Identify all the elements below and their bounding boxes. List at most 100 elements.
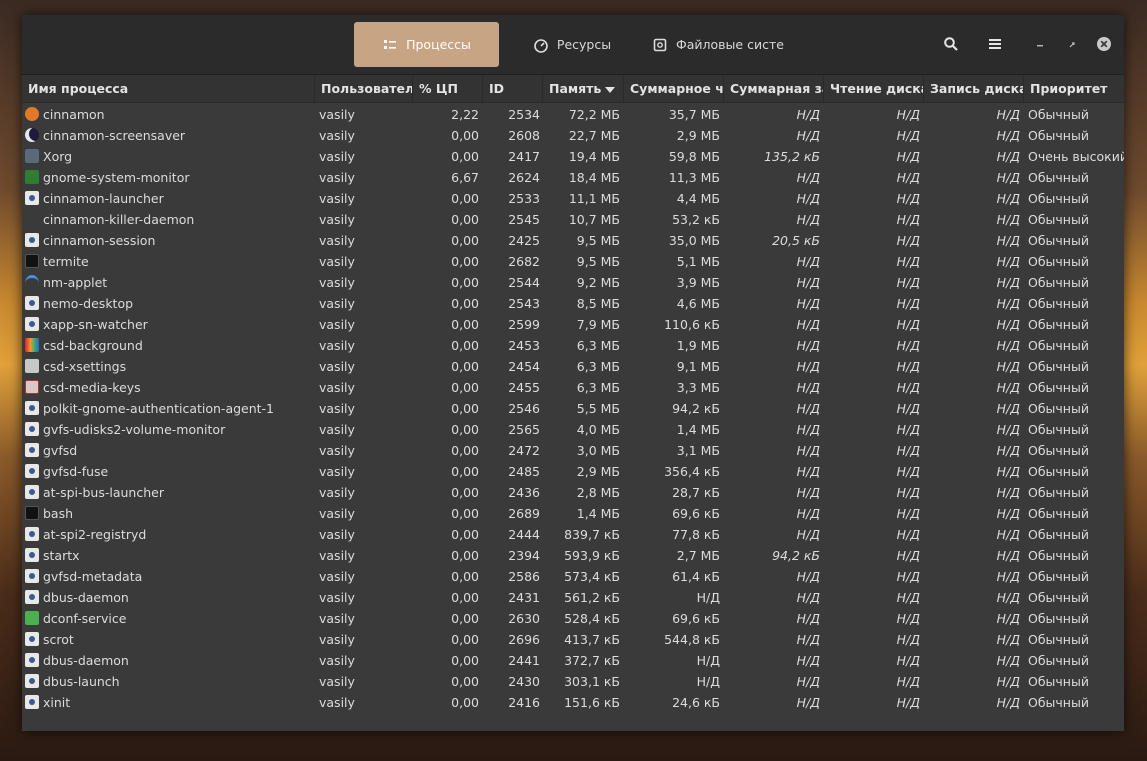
column-header-id[interactable]: ID: [483, 75, 543, 102]
process-write-total: Н/Д: [796, 485, 820, 500]
table-row[interactable]: nm-applet vasily 0,00 2544 9,2 МБ 3,9 МБ Н/Д Н/…: [22, 272, 1124, 293]
minimize-button[interactable]: [1028, 33, 1052, 57]
process-user: vasily: [319, 674, 355, 689]
column-header-cpu[interactable]: % ЦП: [413, 75, 483, 102]
table-row[interactable]: xinit vasily 0,00 2416 151,6 кБ 24,6 кБ Н/Д Н/Д…: [22, 692, 1124, 713]
process-priority: Обычный: [1028, 128, 1089, 143]
process-user: vasily: [319, 317, 355, 332]
table-row[interactable]: csd-xsettings vasily 0,00 2454 6,3 МБ 9,1 МБ Н…: [22, 356, 1124, 377]
process-id: 2565: [508, 422, 540, 437]
process-user: vasily: [319, 527, 355, 542]
table-row[interactable]: cinnamon-launcher vasily 0,00 2533 11,1 МБ 4,…: [22, 188, 1124, 209]
process-write-total: Н/Д: [796, 632, 820, 647]
process-write-total: Н/Д: [796, 212, 820, 227]
table-row[interactable]: scrot vasily 0,00 2696 413,7 кБ 544,8 кБ Н/Д Н/…: [22, 629, 1124, 650]
column-header-write-total[interactable]: Суммарная за: [724, 75, 824, 102]
process-name: at-spi-bus-launcher: [43, 485, 164, 500]
process-memory: 413,7 кБ: [564, 632, 620, 647]
process-disk-write: Н/Д: [996, 422, 1020, 437]
process-id: 2689: [508, 506, 540, 521]
process-user: vasily: [319, 653, 355, 668]
process-disk-read: Н/Д: [896, 548, 920, 563]
column-header-memory-label: Память: [549, 81, 602, 96]
table-row[interactable]: at-spi2-registryd vasily 0,00 2444 839,7 кБ 7…: [22, 524, 1124, 545]
table-row[interactable]: at-spi-bus-launcher vasily 0,00 2436 2,8 МБ 2…: [22, 482, 1124, 503]
close-button[interactable]: [1092, 33, 1116, 57]
column-header-memory[interactable]: Память: [543, 75, 624, 102]
table-row[interactable]: gvfs-udisks2-volume-monitor vasily 0,00 256…: [22, 419, 1124, 440]
menu-button[interactable]: [983, 33, 1007, 57]
process-cpu: 0,00: [451, 317, 479, 332]
process-memory: 11,1 МБ: [568, 191, 620, 206]
table-row[interactable]: dbus-launch vasily 0,00 2430 303,1 кБ Н/Д Н/Д Н…: [22, 671, 1124, 692]
table-row[interactable]: gvfsd-fuse vasily 0,00 2485 2,9 МБ 356,4 кБ Н/…: [22, 461, 1124, 482]
process-memory: 19,4 МБ: [568, 149, 620, 164]
column-header-disk-read[interactable]: Чтение диска: [824, 75, 924, 102]
process-priority: Обычный: [1028, 296, 1089, 311]
column-header-name[interactable]: Имя процесса: [22, 75, 315, 102]
process-write-total: Н/Д: [796, 317, 820, 332]
table-row[interactable]: bash vasily 0,00 2689 1,4 МБ 69,6 кБ Н/Д Н/Д Н/Д…: [22, 503, 1124, 524]
process-write-total: Н/Д: [796, 254, 820, 269]
table-row[interactable]: dbus-daemon vasily 0,00 2431 561,2 кБ Н/Д Н/Д Н…: [22, 587, 1124, 608]
process-read-total: 24,6 кБ: [672, 695, 720, 710]
table-row[interactable]: cinnamon-screensaver vasily 0,00 2608 22,7 М…: [22, 125, 1124, 146]
search-button[interactable]: [939, 33, 963, 57]
process-disk-read: Н/Д: [896, 401, 920, 416]
tab-processes[interactable]: Процессы: [354, 22, 499, 67]
process-disk-write: Н/Д: [996, 590, 1020, 605]
column-header-disk-write[interactable]: Запись диска: [924, 75, 1024, 102]
process-disk-write: Н/Д: [996, 485, 1020, 500]
process-id: 2534: [508, 107, 540, 122]
table-row[interactable]: termite vasily 0,00 2682 9,5 МБ 5,1 МБ Н/Д Н/Д Н…: [22, 251, 1124, 272]
process-user: vasily: [319, 338, 355, 353]
table-row[interactable]: xapp-sn-watcher vasily 0,00 2599 7,9 МБ 110,6…: [22, 314, 1124, 335]
process-name: csd-xsettings: [43, 359, 127, 374]
process-write-total: 20,5 кБ: [772, 233, 820, 248]
process-disk-read: Н/Д: [896, 590, 920, 605]
column-header-row: Имя процесса Пользовател % ЦП ID Память …: [22, 75, 1124, 103]
process-disk-read: Н/Д: [896, 275, 920, 290]
process-disk-write: Н/Д: [996, 191, 1020, 206]
process-disk-write: Н/Д: [996, 464, 1020, 479]
process-disk-write: Н/Д: [996, 128, 1020, 143]
table-row[interactable]: gvfsd vasily 0,00 2472 3,0 МБ 3,1 МБ Н/Д Н/Д Н/Д…: [22, 440, 1124, 461]
column-header-priority[interactable]: Приоритет: [1024, 75, 1124, 102]
process-write-total: Н/Д: [796, 170, 820, 185]
table-row[interactable]: csd-media-keys vasily 0,00 2455 6,3 МБ 3,3 МБ…: [22, 377, 1124, 398]
table-row[interactable]: cinnamon-session vasily 0,00 2425 9,5 МБ 35,0…: [22, 230, 1124, 251]
search-icon: [943, 36, 959, 55]
table-row[interactable]: csd-background vasily 0,00 2453 6,3 МБ 1,9 МБ…: [22, 335, 1124, 356]
tab-label: Процессы: [406, 37, 471, 52]
table-row[interactable]: polkit-gnome-authentication-agent-1 vasil…: [22, 398, 1124, 419]
table-row[interactable]: startx vasily 0,00 2394 593,9 кБ 2,7 МБ 94,2 к…: [22, 545, 1124, 566]
process-disk-write: Н/Д: [996, 107, 1020, 122]
table-row[interactable]: gnome-system-monitor vasily 6,67 2624 18,4 М…: [22, 167, 1124, 188]
process-disk-write: Н/Д: [996, 359, 1020, 374]
table-row[interactable]: cinnamon-killer-daemon vasily 0,00 2545 10,7…: [22, 209, 1124, 230]
tab-filesystems[interactable]: Файловые систе: [652, 22, 792, 67]
table-row[interactable]: dconf-service vasily 0,00 2630 528,4 кБ 69,6 …: [22, 608, 1124, 629]
process-write-total: Н/Д: [796, 695, 820, 710]
maximize-button[interactable]: [1060, 33, 1084, 57]
process-cpu: 0,00: [451, 443, 479, 458]
column-header-user[interactable]: Пользовател: [315, 75, 413, 102]
table-row[interactable]: dbus-daemon vasily 0,00 2441 372,7 кБ Н/Д Н/Д Н…: [22, 650, 1124, 671]
process-disk-write: Н/Д: [996, 254, 1020, 269]
column-header-read-total[interactable]: Суммарное чт: [624, 75, 724, 102]
process-read-total: Н/Д: [696, 674, 720, 689]
process-cpu: 0,00: [451, 611, 479, 626]
table-row[interactable]: nemo-desktop vasily 0,00 2543 8,5 МБ 4,6 МБ Н/…: [22, 293, 1124, 314]
process-memory: 9,5 МБ: [576, 233, 620, 248]
process-write-total: Н/Д: [796, 128, 820, 143]
process-id: 2394: [508, 548, 540, 563]
process-user: vasily: [319, 569, 355, 584]
process-priority: Обычный: [1028, 464, 1089, 479]
process-cpu: 0,00: [451, 590, 479, 605]
table-row[interactable]: Xorg vasily 0,00 2417 19,4 МБ 59,8 МБ 135,2 кБ…: [22, 146, 1124, 167]
table-row[interactable]: cinnamon vasily 2,22 2534 72,2 МБ 35,7 МБ Н/Д Н…: [22, 104, 1124, 125]
tab-label: Ресурсы: [556, 37, 612, 52]
table-row[interactable]: gvfsd-metadata vasily 0,00 2586 573,4 кБ 61,4…: [22, 566, 1124, 587]
process-user: vasily: [319, 170, 355, 185]
tab-resources[interactable]: Ресурсы: [522, 22, 622, 67]
